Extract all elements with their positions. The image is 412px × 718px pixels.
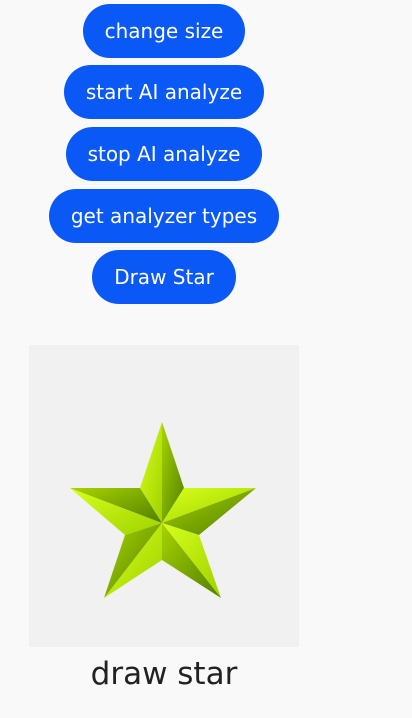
- stop-ai-analyze-button[interactable]: stop AI analyze: [66, 127, 262, 181]
- change-size-button[interactable]: change size: [83, 4, 245, 58]
- canvas-caption: draw star: [90, 656, 238, 692]
- star-canvas: [29, 345, 299, 647]
- start-ai-analyze-button[interactable]: start AI analyze: [64, 65, 264, 119]
- star-shape: [70, 422, 256, 598]
- star-image: [70, 422, 256, 598]
- draw-star-button[interactable]: Draw Star: [92, 250, 236, 304]
- get-analyzer-types-button[interactable]: get analyzer types: [49, 189, 279, 243]
